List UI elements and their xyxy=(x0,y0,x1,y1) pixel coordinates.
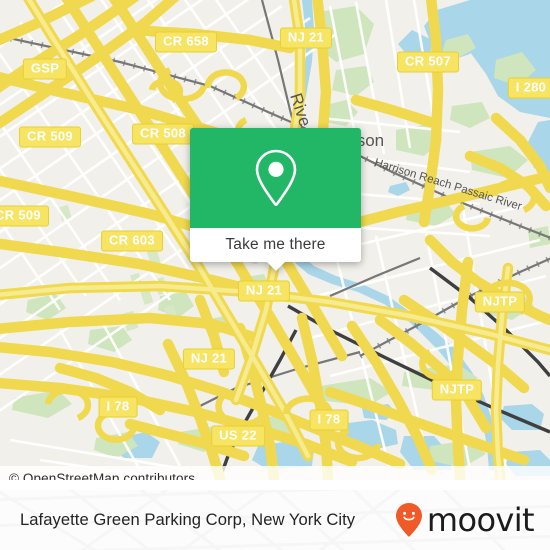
road-shield: NJTP xyxy=(474,291,526,313)
road-shield: NJTP xyxy=(431,379,483,401)
road-shield-label: CR 508 xyxy=(140,125,186,141)
road-shield: NJ 21 xyxy=(182,348,236,370)
road-shield: I 78 xyxy=(98,396,138,418)
road-shield: I 280 xyxy=(507,77,550,99)
map-pin-icon xyxy=(255,149,296,206)
moovit-map-share-card: CR 658 NJ 21 CR 507 GSP I 280 CR 509 CR 508 CR … xyxy=(0,0,550,550)
destination-popup-card[interactable]: Take me there xyxy=(190,128,361,271)
road-shield: CR 508 xyxy=(132,123,194,145)
road-shield-label: US 22 xyxy=(219,427,257,443)
road-shield-label: CR 603 xyxy=(109,232,155,248)
popup-tail xyxy=(265,261,286,271)
road-shield-label: NJTP xyxy=(482,293,518,309)
moovit-wordmark: moovit xyxy=(426,501,535,539)
footer-content: Lafayette Green Parking Corp, New York C… xyxy=(0,490,550,550)
road-shield: CR 507 xyxy=(397,51,459,73)
footer-bar: Lafayette Green Parking Corp, New York C… xyxy=(0,490,550,550)
osm-attribution-text[interactable]: © OpenStreetMap contributors xyxy=(9,471,195,481)
road-shield-label: CR 509 xyxy=(0,207,41,223)
road-shield: I 78 xyxy=(309,409,349,431)
road-shield-label: I 280 xyxy=(515,79,547,95)
road-shield: US 22 xyxy=(211,425,265,447)
road-shield: NJ 21 xyxy=(279,27,333,49)
map-attribution-bar: © OpenStreetMap contributors xyxy=(0,466,550,480)
take-me-there-button[interactable]: Take me there xyxy=(225,236,325,254)
moovit-pin-smiley-icon xyxy=(395,503,422,537)
popup-action-area[interactable]: Take me there xyxy=(190,228,361,271)
road-shield-label: I 78 xyxy=(317,411,341,427)
road-shield: NJ 21 xyxy=(237,280,291,302)
road-shield: GSP xyxy=(22,58,68,80)
road-shield: CR 509 xyxy=(0,205,49,227)
road-shield-label: I 78 xyxy=(106,398,130,414)
road-shield-label: CR 507 xyxy=(405,53,451,69)
road-shield-label: NJ 21 xyxy=(245,282,283,298)
road-shield-label: GSP xyxy=(30,60,60,76)
moovit-logo[interactable]: moovit xyxy=(394,501,535,539)
road-shield-label: CR 509 xyxy=(27,128,73,144)
road-shield: CR 658 xyxy=(155,31,217,53)
popup-icon-area xyxy=(190,128,361,228)
road-shield-label: CR 658 xyxy=(163,33,209,49)
map-canvas[interactable]: CR 658 NJ 21 CR 507 GSP I 280 CR 509 CR 508 CR … xyxy=(0,0,550,480)
road-shield-label: NJ 21 xyxy=(287,29,325,45)
road-shield: CR 509 xyxy=(19,126,81,148)
road-shield-label: NJTP xyxy=(439,381,475,397)
road-shield: CR 603 xyxy=(101,230,163,252)
road-shield-label: NJ 21 xyxy=(190,350,228,366)
place-title: Lafayette Green Parking Corp, New York C… xyxy=(20,510,356,529)
